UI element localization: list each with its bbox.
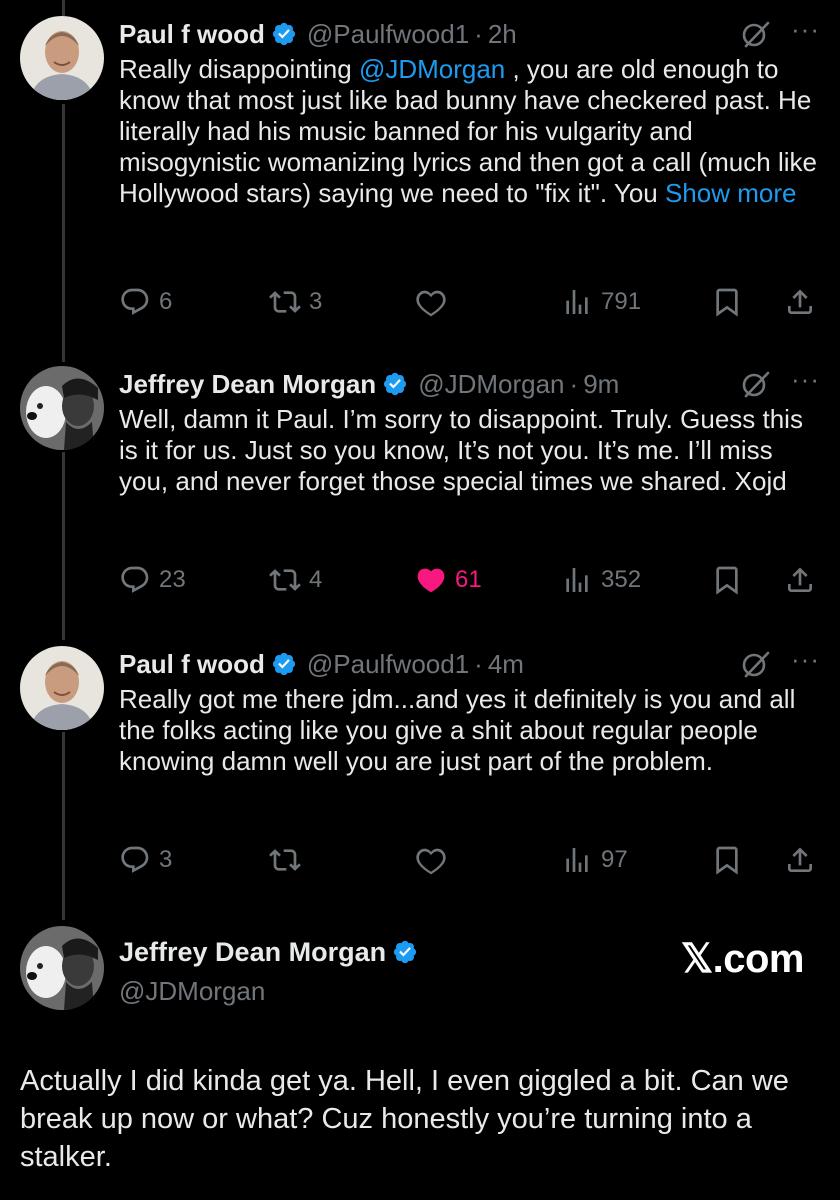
tweet-text: Actually I did kinda get ya. Hell, I eve… [20,1065,789,1173]
tweet-text: Well, damn it Paul. I’m sorry to disappo… [119,404,803,496]
repost-icon [269,291,301,313]
timestamp[interactable]: 2h [488,19,517,50]
tweet-text-start: Really disappointing [119,54,359,84]
repost-icon [269,569,301,591]
bookmark-button[interactable] [711,840,743,880]
timestamp[interactable]: 9m [583,369,619,400]
thread-line-top [62,0,65,16]
action-bar: 3 97 [119,840,820,880]
verified-badge-icon [384,372,407,396]
verified-badge-icon [272,652,295,676]
like-button[interactable] [415,282,455,322]
verified-badge-icon [393,940,417,964]
views-count: 352 [601,566,642,593]
separator-dot: · [569,368,579,399]
author-handle[interactable]: @Paulfwood1 [307,649,469,680]
bookmark-icon [716,846,738,875]
views-icon [566,568,588,592]
more-icon[interactable]: ··· [791,646,820,672]
avatar-jdm[interactable] [20,926,104,1010]
separator-dot: · [474,18,483,49]
mention-link[interactable]: @JDMorgan [359,54,505,84]
like-count: 61 [455,566,482,593]
avatar-paul[interactable] [20,646,104,730]
share-button[interactable] [784,282,816,322]
grok-icon[interactable] [741,19,771,49]
repost-button[interactable] [269,840,309,880]
author-handle[interactable]: @JDMorgan [418,369,564,400]
bookmark-button[interactable] [711,560,743,600]
views-icon [566,290,588,314]
avatar-paul-image [20,16,104,100]
tweet-header: Paul f wood @Paulfwood1 · 2h ··· [119,16,820,52]
bookmark-icon [716,566,738,595]
repost-count: 3 [309,288,323,315]
tweet-text: Really got me there jdm...and yes it def… [119,684,796,776]
reply-icon [121,566,149,593]
bookmark-button[interactable] [711,282,743,322]
verified-badge-icon [272,22,295,46]
avatar-jdm[interactable] [20,366,104,450]
tweet-3[interactable]: Paul f wood @Paulfwood1 · 4m ··· Really … [0,646,840,916]
avatar-paul-image [20,646,104,730]
views-button[interactable]: 97 [561,840,628,880]
separator-dot: · [474,648,483,679]
action-bar: 6 3 791 [119,282,820,322]
tweet-header: Paul f wood @Paulfwood1 · 4m ··· [119,646,820,682]
timestamp[interactable]: 4m [488,649,524,680]
avatar-paul[interactable] [20,16,104,100]
tweet-text: Really disappointing @JDMorgan , you are… [119,54,820,209]
share-button[interactable] [784,560,816,600]
reply-icon [121,288,149,315]
focused-tweet[interactable]: Jeffrey Dean Morgan @JDMorgan 𝕏.com Actu… [0,926,840,1200]
tweet-2[interactable]: Jeffrey Dean Morgan @JDMorgan · 9m ··· W… [0,366,840,636]
reply-button[interactable]: 3 [119,840,172,880]
views-count: 791 [601,288,642,315]
avatar-jdm-image [20,366,104,450]
repost-count: 4 [309,566,323,593]
avatar-jdm-image [20,926,104,1010]
share-button[interactable] [784,840,816,880]
grok-icon[interactable] [741,649,771,679]
author-name[interactable]: Jeffrey Dean Morgan [119,369,376,400]
reply-count: 3 [159,846,173,873]
views-icon [566,848,588,872]
like-icon [416,290,446,317]
author-name[interactable]: Paul f wood [119,19,265,50]
like-button[interactable] [415,840,455,880]
like-icon-filled [417,568,445,593]
grok-icon[interactable] [741,369,771,399]
repost-icon [269,849,301,871]
repost-button[interactable]: 4 [269,560,322,600]
action-bar: 23 4 61 352 [119,560,820,600]
share-icon [788,847,812,872]
author-name[interactable]: Jeffrey Dean Morgan [119,937,386,968]
reply-button[interactable]: 6 [119,282,172,322]
like-icon [416,848,446,875]
tweet-1[interactable]: Paul f wood @Paulfwood1 · 2h ··· Really … [0,16,840,346]
repost-button[interactable]: 3 [269,282,322,322]
tweet-header: Jeffrey Dean Morgan @JDMorgan · 9m ··· [119,366,820,402]
reply-count: 6 [159,288,173,315]
like-button[interactable]: 61 [415,560,482,600]
author-name[interactable]: Paul f wood [119,649,265,680]
author-handle[interactable]: @Paulfwood1 [307,19,469,50]
more-icon[interactable]: ··· [791,16,820,42]
bookmark-icon [716,288,738,317]
views-button[interactable]: 352 [561,560,641,600]
x-com-brand-logo: 𝕏.com [680,937,805,981]
share-icon [788,567,812,592]
reply-icon [121,846,149,873]
reply-count: 23 [159,566,186,593]
views-count: 97 [601,846,628,873]
share-icon [788,289,812,314]
views-button[interactable]: 791 [561,282,641,322]
show-more-link[interactable]: Show more [665,178,797,208]
more-icon[interactable]: ··· [791,366,820,392]
reply-button[interactable]: 23 [119,560,186,600]
